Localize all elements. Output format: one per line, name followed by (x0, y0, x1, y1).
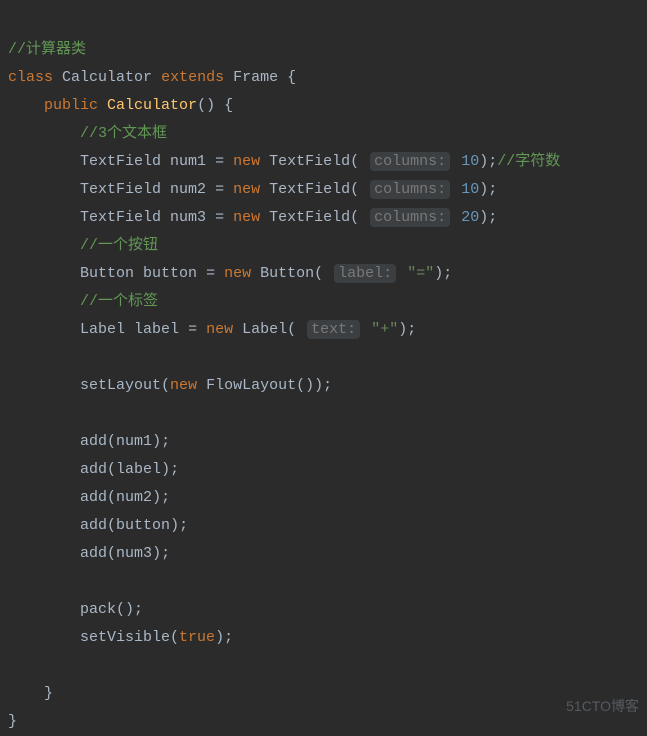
paren: ( (107, 517, 116, 534)
punct: ); (152, 433, 170, 450)
number: 10 (461, 153, 479, 170)
call: pack (80, 601, 116, 618)
type: Button (260, 265, 314, 282)
param-hint: columns: (370, 208, 450, 227)
constructor-name: Calculator (107, 97, 197, 114)
keyword-extends: extends (161, 69, 224, 86)
var: num1 (170, 153, 206, 170)
type: Label (80, 321, 125, 338)
brace: } (44, 685, 53, 702)
param-hint: label: (334, 264, 396, 283)
number: 10 (461, 181, 479, 198)
punct: ); (479, 153, 497, 170)
punct: ()); (296, 377, 332, 394)
punct: (); (116, 601, 143, 618)
keyword-new: new (170, 377, 197, 394)
comment-line: //字符数 (497, 153, 560, 170)
var: num2 (116, 489, 152, 506)
call: add (80, 461, 107, 478)
keyword-new: new (224, 265, 251, 282)
paren: ( (350, 209, 359, 226)
var: num3 (116, 545, 152, 562)
number: 20 (461, 209, 479, 226)
keyword-new: new (233, 153, 260, 170)
var: label (134, 321, 179, 338)
keyword-true: true (179, 629, 215, 646)
call: setVisible (80, 629, 170, 646)
var: num2 (170, 181, 206, 198)
op: = (179, 321, 206, 338)
keyword-new: new (233, 181, 260, 198)
call: add (80, 433, 107, 450)
var: num1 (116, 433, 152, 450)
type: TextField (269, 181, 350, 198)
var: button (116, 517, 170, 534)
super-name: Frame (233, 69, 278, 86)
type: TextField (80, 153, 161, 170)
keyword-new: new (206, 321, 233, 338)
type: Button (80, 265, 134, 282)
type: TextField (80, 209, 161, 226)
call: add (80, 517, 107, 534)
op: = (197, 265, 224, 282)
string: "=" (407, 265, 434, 282)
type: TextField (269, 209, 350, 226)
comment-line: //3个文本框 (80, 125, 167, 142)
paren: ( (161, 377, 170, 394)
paren: ( (107, 433, 116, 450)
type: FlowLayout (206, 377, 296, 394)
punct: ); (152, 545, 170, 562)
paren: ( (350, 181, 359, 198)
paren: ( (107, 461, 116, 478)
call: setLayout (80, 377, 161, 394)
punct: ); (479, 209, 497, 226)
comment-line: //一个标签 (80, 293, 158, 310)
param-hint: columns: (370, 180, 450, 199)
class-name: Calculator (62, 69, 152, 86)
paren: ( (287, 321, 296, 338)
brace: { (278, 69, 296, 86)
paren: ( (170, 629, 179, 646)
param-hint: columns: (370, 152, 450, 171)
watermark: 51CTO博客 (566, 692, 639, 720)
call: add (80, 489, 107, 506)
comment-line: //计算器类 (8, 41, 86, 58)
paren: ( (314, 265, 323, 282)
keyword-public: public (44, 97, 98, 114)
punct: ); (398, 321, 416, 338)
punct: ); (152, 489, 170, 506)
gutter (0, 0, 10, 724)
type: TextField (269, 153, 350, 170)
type: Label (242, 321, 287, 338)
punct: ); (170, 517, 188, 534)
string: "+" (371, 321, 398, 338)
comment-line: //一个按钮 (80, 237, 158, 254)
keyword-class: class (8, 69, 53, 86)
punct: ); (215, 629, 233, 646)
op: = (206, 181, 233, 198)
punct: ); (434, 265, 452, 282)
call: add (80, 545, 107, 562)
type: TextField (80, 181, 161, 198)
var: button (143, 265, 197, 282)
keyword-new: new (233, 209, 260, 226)
code-editor[interactable]: //计算器类 class Calculator extends Frame { … (0, 0, 647, 736)
paren: ( (107, 545, 116, 562)
ctor-sig: () { (197, 97, 233, 114)
op: = (206, 209, 233, 226)
op: = (206, 153, 233, 170)
var: num3 (170, 209, 206, 226)
paren: ( (107, 489, 116, 506)
param-hint: text: (307, 320, 360, 339)
paren: ( (350, 153, 359, 170)
var: label (116, 461, 161, 478)
punct: ); (479, 181, 497, 198)
punct: ); (161, 461, 179, 478)
